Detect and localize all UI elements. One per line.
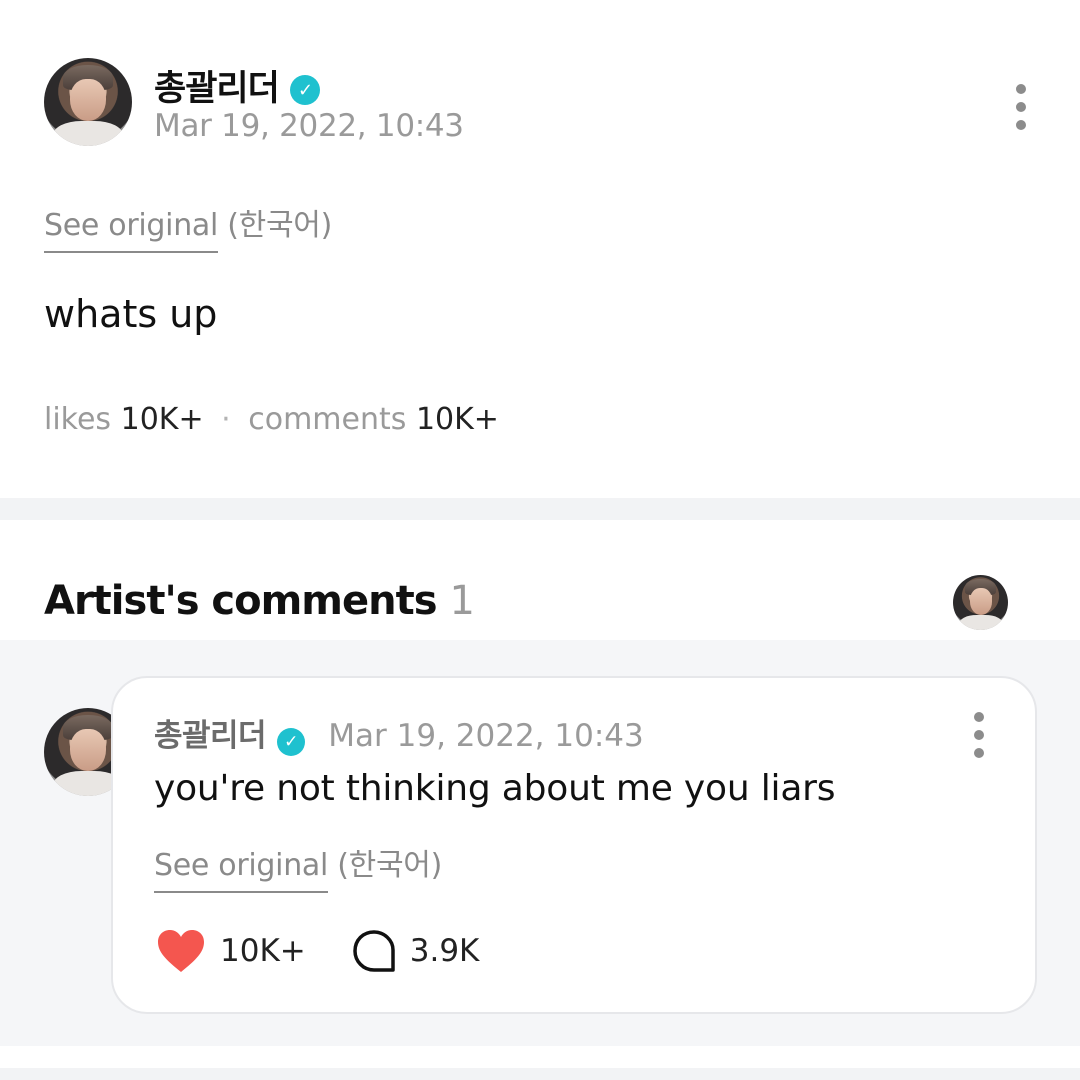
comment-see-original-row: See original (한국어)	[154, 840, 442, 893]
post-stats: likes 10K+ · comments 10K+	[44, 402, 499, 437]
heart-icon[interactable]	[156, 928, 206, 974]
comment-author-name[interactable]: 총괄리더	[154, 718, 267, 754]
comment-date: Mar 19, 2022, 10:43	[328, 718, 644, 754]
comment-header: 총괄리더 ✓ Mar 19, 2022, 10:43	[154, 710, 644, 756]
stats-separator: ·	[221, 402, 231, 437]
author-avatar[interactable]	[44, 58, 132, 146]
section-divider	[0, 498, 1080, 520]
artist-avatar-small[interactable]	[953, 575, 1008, 630]
verified-badge-icon: ✓	[277, 727, 306, 756]
artist-comments-count: 1	[449, 578, 474, 624]
author-name[interactable]: 총괄리더 ✓	[154, 60, 320, 111]
see-original-link[interactable]: See original	[44, 208, 218, 253]
comment-text: you're not thinking about me you liars	[154, 768, 836, 809]
comment-original-language: (한국어)	[337, 848, 442, 883]
artist-comments-title: Artist's comments 1	[44, 578, 475, 624]
see-original-row: See original (한국어)	[44, 200, 332, 253]
comment-bubble-icon[interactable]	[352, 929, 396, 973]
comments-count[interactable]: 10K+	[416, 402, 499, 437]
likes-count: 10K+	[120, 402, 204, 437]
comment-see-original-link[interactable]: See original	[154, 848, 328, 893]
post-date: Mar 19, 2022, 10:43	[154, 108, 464, 144]
post-text: whats up	[44, 292, 218, 336]
more-options-icon[interactable]	[1016, 84, 1026, 130]
comment-more-options-icon[interactable]	[974, 712, 984, 758]
original-language: (한국어)	[227, 208, 332, 243]
comment-actions: 10K+ 3.9K	[156, 928, 479, 974]
comments-label[interactable]: comments	[248, 402, 406, 437]
verified-badge-icon: ✓	[290, 75, 320, 105]
likes-label: likes	[44, 402, 112, 437]
comment-likes-count: 10K+	[220, 933, 306, 969]
bottom-divider	[0, 1068, 1080, 1080]
comment-replies-count: 3.9K	[409, 933, 480, 969]
